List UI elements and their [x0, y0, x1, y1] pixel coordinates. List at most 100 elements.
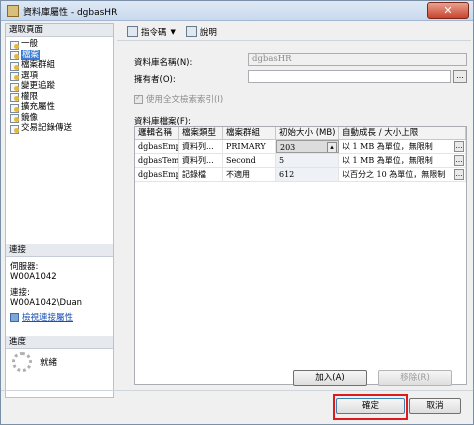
script-label: 指令碼	[141, 27, 167, 38]
script-icon	[127, 26, 138, 37]
script-button[interactable]: 指令碼 ▼	[127, 26, 176, 38]
page-icon	[10, 124, 19, 134]
cell-logical-name[interactable]: dgbasEmpty	[135, 140, 179, 153]
page-label: 檔案群組	[21, 60, 56, 70]
fulltext-checkbox-row[interactable]: 使用全文檢索索引(I)	[134, 93, 223, 105]
page-icon	[10, 92, 19, 103]
cancel-button[interactable]: 取消	[409, 398, 461, 414]
help-label: 說明	[199, 27, 217, 38]
page-label: 一般	[21, 39, 39, 49]
page-icon	[10, 61, 19, 71]
table-row[interactable]: dgbasEmpty... 記錄檔 不適用 612 以百分之 10 為單位，無限…	[135, 168, 466, 182]
cell-logical-name[interactable]: dgbasEmpty...	[135, 168, 179, 181]
window-title: 資料庫屬性 - dgbasHR	[23, 8, 118, 18]
col-file-type[interactable]: 檔案類型	[179, 127, 223, 139]
add-button[interactable]: 加入(A)	[293, 370, 367, 386]
cell-logical-name[interactable]: dgbasTemp	[135, 154, 179, 167]
col-initial-size[interactable]: 初始大小 (MB)	[276, 127, 339, 139]
page-label: 變更追蹤	[21, 81, 56, 91]
page-item-extended-properties[interactable]: 擴充屬性	[10, 102, 113, 113]
view-connection-properties-link[interactable]: 檢視連接屬性	[10, 311, 73, 323]
toolbar: 指令碼 ▼ 說明	[117, 23, 471, 41]
autogrowth-value: 以百分之 10 為單位，無限制	[342, 170, 446, 179]
help-icon	[185, 26, 197, 37]
progress-header: 進度	[6, 336, 113, 349]
page-icon	[10, 82, 19, 92]
page-icon	[10, 71, 19, 82]
cell-filegroup[interactable]: PRIMARY	[223, 140, 276, 153]
owner-field[interactable]	[248, 70, 451, 83]
connection-label: 連接:	[10, 288, 30, 298]
autogrowth-browse-button[interactable]: …	[454, 155, 464, 166]
close-button[interactable]: ✕	[427, 2, 469, 19]
cell-file-type[interactable]: 資料列...	[179, 154, 223, 167]
spinner-button[interactable]: ▴	[327, 142, 337, 152]
cell-autogrowth[interactable]: 以百分之 10 為單位，無限制 …	[339, 168, 466, 181]
cell-filegroup[interactable]: 不適用	[223, 168, 276, 181]
connection-header: 連接	[6, 244, 113, 257]
col-logical-name[interactable]: 邏輯名稱	[135, 127, 179, 139]
table-row[interactable]: dgbasTemp 資料列... Second 5 以 1 MB 為單位，無限制…	[135, 154, 466, 168]
title-bar: 資料庫屬性 - dgbasHR ✕	[1, 1, 473, 21]
owner-label: 擁有者(O):	[134, 75, 176, 85]
page-label: 權限	[21, 91, 39, 102]
page-label: 選項	[21, 70, 39, 81]
page-item-filegroups[interactable]: 檔案群組	[10, 60, 113, 71]
divider	[1, 390, 473, 391]
cell-file-type[interactable]: 記錄檔	[179, 168, 223, 181]
server-value: W00A1042	[10, 272, 57, 282]
col-filegroup[interactable]: 檔案群組	[223, 127, 276, 139]
page-item-files[interactable]: 檔案	[10, 49, 113, 61]
cell-initial-size[interactable]: 5	[276, 154, 339, 167]
database-icon	[7, 5, 19, 17]
select-page-header: 選取頁面	[6, 24, 113, 37]
owner-browse-button[interactable]: ...	[453, 70, 467, 83]
col-autogrowth[interactable]: 自動成長 / 大小上限	[339, 127, 466, 139]
db-name-label: 資料庫名稱(N):	[134, 58, 193, 68]
page-icon	[10, 113, 19, 124]
initial-size-value: 203	[280, 143, 296, 152]
table-row[interactable]: dgbasEmpty 資料列... PRIMARY 203 ▴ 以 1 MB 為單…	[135, 140, 466, 154]
right-pane: 指令碼 ▼ 說明 資料庫名稱(N): dgbasHR 擁有者(O): ... 使…	[117, 23, 471, 389]
cell-initial-size[interactable]: 612	[276, 168, 339, 181]
connection-value: W00A1042\Duan	[10, 298, 83, 308]
left-pane: 選取頁面 一般 檔案 檔案群組 選項 變更追蹤 權限 擴充屬性 鏡像 交易記錄傳…	[5, 23, 114, 398]
cell-autogrowth[interactable]: 以 1 MB 為單位，無限制…	[339, 154, 466, 167]
autogrowth-browse-button[interactable]: …	[454, 141, 464, 152]
fulltext-checkbox[interactable]	[134, 93, 143, 104]
properties-icon	[10, 312, 19, 322]
page-list: 一般 檔案 檔案群組 選項 變更追蹤 權限 擴充屬性 鏡像 交易記錄傳送	[6, 37, 113, 134]
dropdown-arrow-icon[interactable]: ▼	[171, 28, 176, 36]
help-button[interactable]: 說明	[185, 26, 217, 38]
page-label: 交易記錄傳送	[21, 123, 73, 133]
view-connection-properties-label: 檢視連接屬性	[22, 313, 74, 323]
connection-info: 伺服器: W00A1042 連接: W00A1042\Duan	[10, 262, 82, 308]
page-label: 鏡像	[21, 112, 39, 123]
autogrowth-browse-button[interactable]: …	[454, 169, 464, 180]
page-icon	[10, 103, 19, 113]
page-label: 檔案	[21, 49, 41, 60]
fulltext-label: 使用全文檢索索引(I)	[146, 95, 224, 105]
database-properties-dialog: 資料庫屬性 - dgbasHR ✕ 選取頁面 一般 檔案 檔案群組 選項 變更追…	[0, 0, 474, 425]
db-name-field[interactable]: dgbasHR	[248, 53, 467, 66]
progress-status: 就緒	[40, 358, 58, 368]
page-icon	[10, 40, 19, 50]
page-label: 擴充屬性	[21, 102, 56, 112]
ok-button[interactable]: 確定	[336, 398, 405, 414]
cell-filegroup[interactable]: Second	[223, 154, 276, 167]
page-item-log-shipping[interactable]: 交易記錄傳送	[10, 123, 113, 134]
page-item-general[interactable]: 一般	[10, 39, 113, 50]
database-files-grid: 邏輯名稱 檔案類型 檔案群組 初始大小 (MB) 自動成長 / 大小上限 dgb…	[134, 126, 467, 385]
page-item-permissions[interactable]: 權限	[10, 92, 113, 103]
cell-file-type[interactable]: 資料列...	[179, 140, 223, 153]
cell-autogrowth[interactable]: 以 1 MB 為單位，無限制 …	[339, 140, 466, 153]
progress-spinner-icon	[12, 352, 32, 372]
autogrowth-value: 以 1 MB 為單位，無限制	[342, 142, 433, 151]
page-item-options[interactable]: 選項	[10, 71, 113, 82]
progress-status-row: 就緒	[12, 352, 57, 372]
page-icon	[10, 50, 19, 61]
page-item-mirroring[interactable]: 鏡像	[10, 113, 113, 124]
cell-initial-size[interactable]: 203 ▴	[276, 140, 339, 153]
page-item-change-tracking[interactable]: 變更追蹤	[10, 81, 113, 92]
remove-button[interactable]: 移除(R)	[378, 370, 452, 386]
